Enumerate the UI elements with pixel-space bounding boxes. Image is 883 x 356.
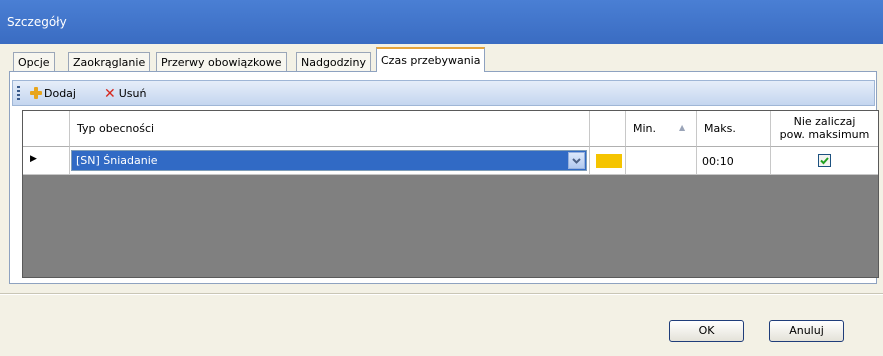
tab-nadgodziny[interactable]: Nadgodziny (296, 52, 371, 71)
tab-przerwy-obowiazkowe[interactable]: Przerwy obowiązkowe (156, 52, 287, 71)
type-cell[interactable]: [SN] Śniadanie (70, 147, 590, 175)
column-header-color[interactable] (590, 111, 626, 147)
toolbar-grip-icon[interactable] (17, 86, 20, 101)
column-header-type-label: Typ obecności (77, 122, 155, 135)
ok-button[interactable]: OK (669, 320, 744, 342)
column-header-max-label: Maks. (704, 122, 736, 135)
delete-x-icon: ✕ (104, 86, 116, 102)
min-cell[interactable] (626, 147, 697, 175)
color-swatch (596, 154, 622, 168)
dropdown-button[interactable] (568, 152, 585, 169)
column-header-min-label: Min. (633, 122, 657, 135)
data-grid: Typ obecności Min. ▲ Maks. Nie zaliczaj p… (22, 110, 879, 278)
cancel-button[interactable]: Anuluj (769, 320, 844, 342)
tab-zaokraglanie[interactable]: Zaokrąglanie (68, 52, 151, 71)
remove-button-label: Usuń (118, 87, 147, 100)
column-header-min[interactable]: Min. ▲ (626, 111, 697, 147)
add-button-label: Dodaj (44, 87, 76, 100)
max-cell[interactable]: 00:10 (697, 147, 771, 175)
remove-button[interactable]: ✕ Usuń (104, 85, 146, 102)
tab-czas-przebywania[interactable]: Czas przebywania (376, 47, 486, 72)
toolbar: Dodaj ✕ Usuń (12, 80, 875, 106)
column-header-exclude[interactable]: Nie zaliczaj pow. maksimum (771, 111, 878, 147)
exclude-checkbox[interactable] (818, 154, 831, 167)
title-bar: Szczegóły (0, 0, 883, 44)
column-header-type[interactable]: Typ obecności (70, 111, 590, 147)
row-header-corner (23, 111, 70, 147)
row-header[interactable]: ▶ (23, 147, 70, 175)
max-value: 00:10 (702, 155, 734, 168)
exclude-cell[interactable] (771, 147, 878, 175)
separator-highlight (0, 294, 883, 295)
tab-opcje[interactable]: Opcje (13, 52, 55, 71)
type-combobox[interactable]: [SN] Śniadanie (71, 150, 587, 171)
sort-ascending-icon: ▲ (679, 123, 686, 132)
current-row-arrow-icon: ▶ (30, 154, 37, 164)
plus-icon (30, 87, 42, 99)
column-header-max[interactable]: Maks. (697, 111, 771, 147)
column-header-exclude-label: Nie zaliczaj pow. maksimum (779, 115, 870, 141)
type-combobox-value: [SN] Śniadanie (76, 154, 158, 167)
window-title: Szczegóły (7, 15, 67, 29)
chevron-down-icon (572, 158, 581, 164)
checkmark-icon (820, 157, 829, 165)
color-cell[interactable] (590, 147, 626, 175)
add-button[interactable]: Dodaj (30, 85, 76, 102)
